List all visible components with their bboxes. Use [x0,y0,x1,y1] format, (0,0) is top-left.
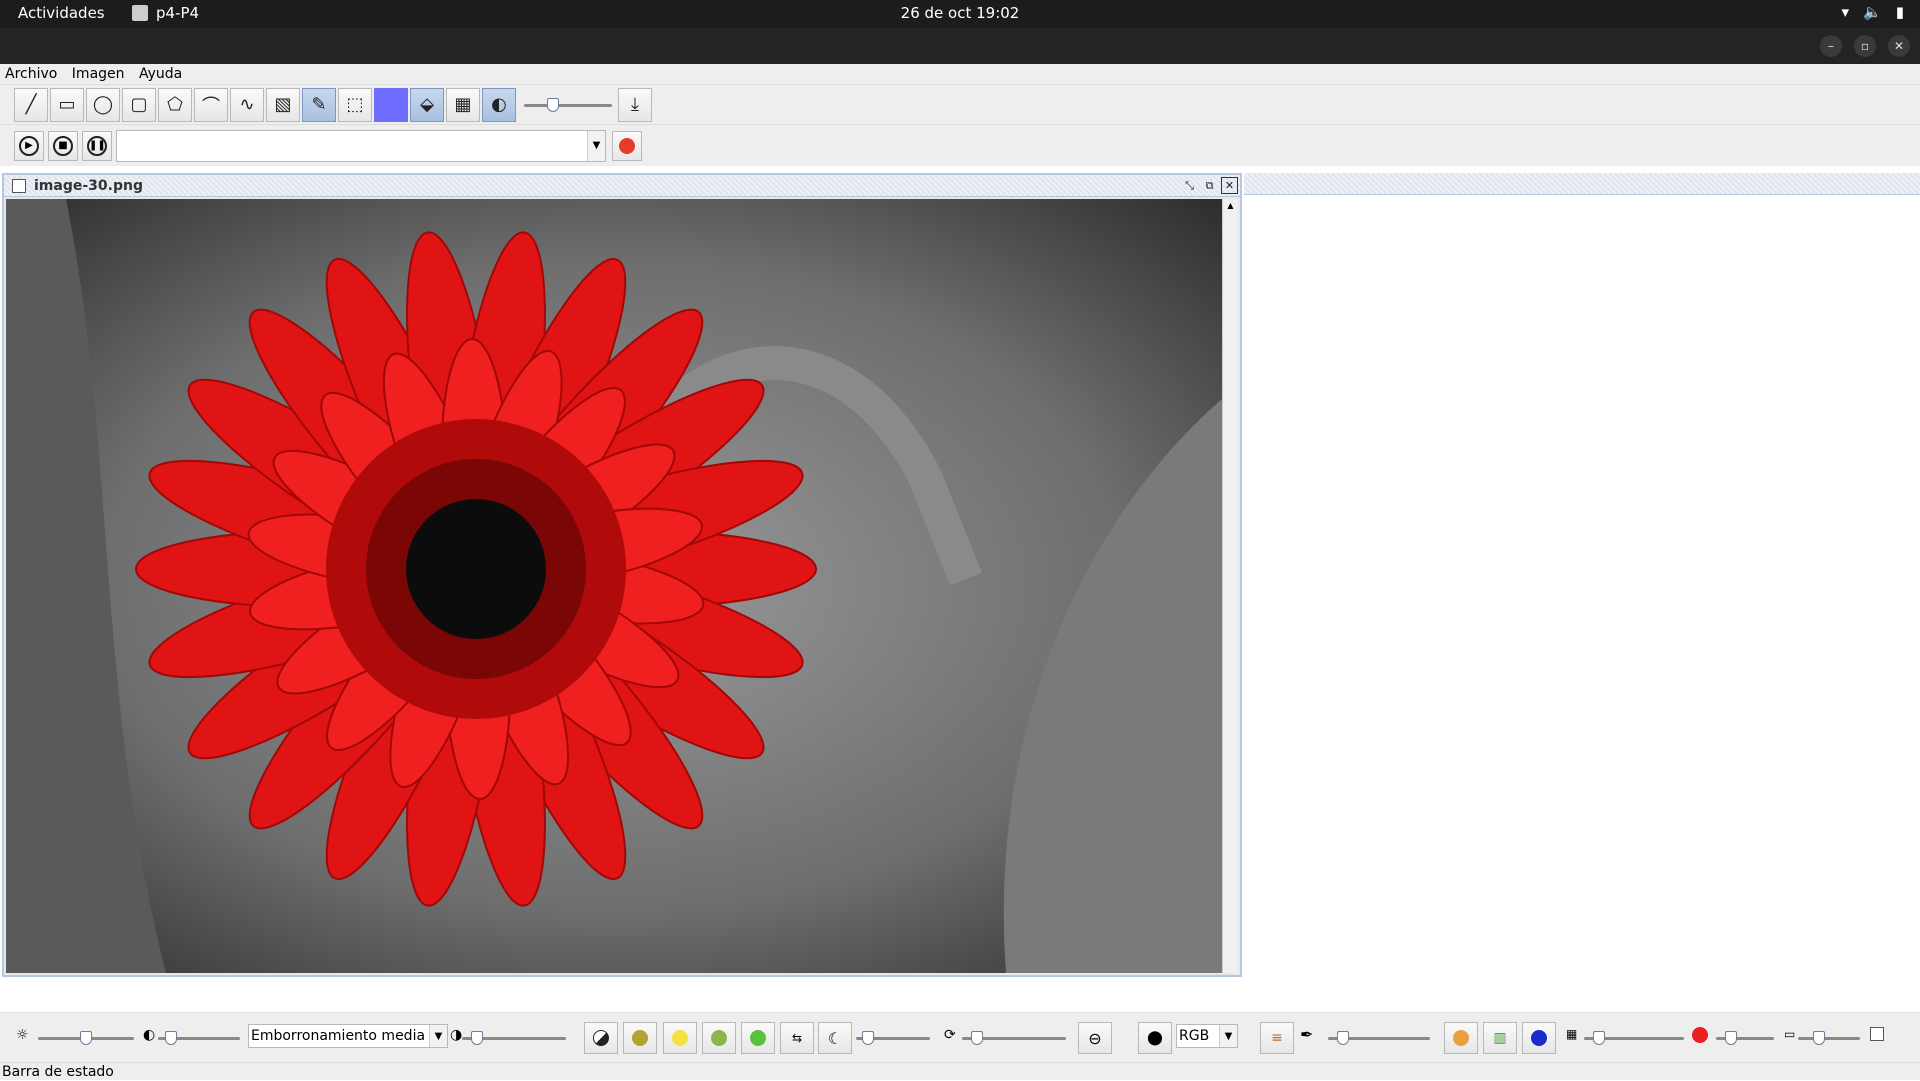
media-combo[interactable]: ▼ [116,129,606,162]
line-tool-icon[interactable]: ╱ [14,87,48,122]
moon-icon[interactable]: ☾ [818,1022,852,1054]
posterize-slider[interactable] [1584,1028,1684,1048]
rotate-slider[interactable] [962,1028,1066,1048]
maximize-icon[interactable]: ▫ [1854,35,1876,57]
sepia-icon: ▭ [1784,1027,1796,1041]
polygon-tool-icon[interactable]: ⬠ [158,87,192,122]
system-tray[interactable]: ▾ 🔈 ▮ [1842,3,1904,21]
arc-tool-icon[interactable]: ⌒ [194,87,228,122]
clock[interactable]: 26 de oct 19:02 [0,4,1920,22]
histogram-icon[interactable]: ▥ [1483,1022,1517,1054]
color-space-combo[interactable]: RGB ▼ [1176,1024,1238,1048]
desktop-pane: image-30.png ⤡ ⧉ ✕ ▲ [0,170,1920,1010]
vertical-scrollbar[interactable]: ▲ [1222,199,1238,973]
wifi-icon: ▾ [1841,3,1850,21]
contrast-icon: ◐ [143,1027,156,1043]
pencil-tool-icon[interactable]: ✎ [302,87,336,122]
window-title-bar: – ▫ ✕ [0,28,1920,64]
contrast-slider[interactable] [158,1028,240,1048]
ellipse-tool-icon[interactable]: ◯ [86,87,120,122]
minimize-icon[interactable]: – [1820,35,1842,57]
menu-ayuda[interactable]: Ayuda [134,64,187,84]
threshold-slider[interactable] [856,1028,930,1048]
toggle-checkbox[interactable] [1870,1027,1884,1041]
rotate-icon: ⟳ [944,1027,956,1043]
fill-bucket-icon[interactable]: ⬙ [410,87,444,122]
chevron-down-icon: ▼ [587,130,605,161]
red-icon [1692,1027,1708,1047]
blur-strength-icon: ◑ [450,1027,463,1043]
select-tool-icon[interactable]: ⬚ [338,87,372,122]
flower-image [6,199,1222,973]
filter-slider[interactable] [462,1028,566,1048]
pause-button[interactable]: ❚❚ [82,130,112,161]
operation-button-2[interactable] [663,1022,697,1054]
image-canvas[interactable] [6,199,1222,973]
tune-icon[interactable]: ≡ [1260,1022,1294,1054]
color-mix-icon[interactable]: ⬤ [1138,1022,1172,1054]
curve-tool-icon[interactable]: ∿ [230,87,264,122]
volume-icon: 🔈 [1863,3,1882,21]
internal-image-window[interactable]: image-30.png ⤡ ⧉ ✕ ▲ [2,173,1242,977]
add-button[interactable] [741,1022,775,1054]
menu-imagen[interactable]: Imagen [67,64,130,84]
filter-combo[interactable]: Emborronamiento media ▼ [248,1024,448,1048]
close-icon[interactable]: ✕ [1888,35,1910,57]
battery-icon: ▮ [1895,3,1904,21]
stop-button[interactable]: ■ [48,130,78,161]
close-window-icon[interactable]: ✕ [1221,177,1238,194]
operation-button-3[interactable] [702,1022,736,1054]
eyedropper-icon[interactable]: ✒ [1300,1025,1313,1044]
document-icon [12,178,26,193]
palette-icon[interactable] [1444,1022,1478,1054]
image-window-header[interactable]: image-30.png [4,175,1240,197]
negative-button[interactable] [584,1022,618,1054]
secondary-window-header[interactable] [1244,173,1920,195]
drawing-toolbar: ╱ ▭ ◯ ▢ ⬠ ⌒ ∿ ▧ ✎ ⬚ ⬙ ▦ ◐ ⤓ [0,84,1920,124]
text-tool-icon[interactable]: ▧ [266,87,300,122]
save-download-icon[interactable]: ⤓ [618,87,652,122]
blue-channel-icon[interactable] [1522,1022,1556,1054]
posterize-icon: ▦ [1566,1027,1578,1041]
zoom-out-icon[interactable]: ⊖ [1078,1022,1112,1054]
transparency-icon[interactable]: ◐ [482,87,516,122]
tint-slider[interactable] [1328,1028,1430,1048]
status-bar: Barra de estado [0,1062,1920,1080]
rectangle-tool-icon[interactable]: ▭ [50,87,84,122]
menu-archivo[interactable]: Archivo [0,64,62,84]
scroll-up-icon[interactable]: ▲ [1223,199,1238,213]
system-top-bar: Actividades p4-P4 26 de oct 19:02 ▾ 🔈 ▮ [0,0,1920,28]
image-operations-toolbar: ☼ ◐ Emborronamiento media ▼ ◑ ⇆ ☾ ⟳ ⊖ ⬤ … [0,1012,1920,1062]
menu-bar: Archivo Imagen Ayuda [0,64,1920,84]
brightness-slider[interactable] [38,1028,134,1048]
image-window-title: image-30.png [34,177,143,194]
pattern-icon[interactable]: ▦ [446,87,480,122]
stroke-slider[interactable] [524,95,612,115]
record-button[interactable] [612,130,642,161]
play-button[interactable]: ▶ [14,130,44,161]
brightness-icon: ☼ [16,1027,29,1043]
operation-button-4[interactable]: ⇆ [780,1022,814,1054]
player-toolbar: ▶ ■ ❚❚ ▼ [0,124,1920,166]
rounded-rect-tool-icon[interactable]: ▢ [122,87,156,122]
chevron-down-icon: ▼ [429,1025,447,1047]
maximize-window-icon[interactable]: ⧉ [1201,177,1218,194]
record-icon [619,137,635,154]
color-swatch[interactable] [374,87,408,122]
sepia-slider[interactable] [1798,1028,1860,1048]
iconify-icon[interactable]: ⤡ [1181,177,1198,194]
chevron-down-icon: ▼ [1219,1025,1237,1047]
red-slider[interactable] [1716,1028,1774,1048]
operation-button-1[interactable] [623,1022,657,1054]
